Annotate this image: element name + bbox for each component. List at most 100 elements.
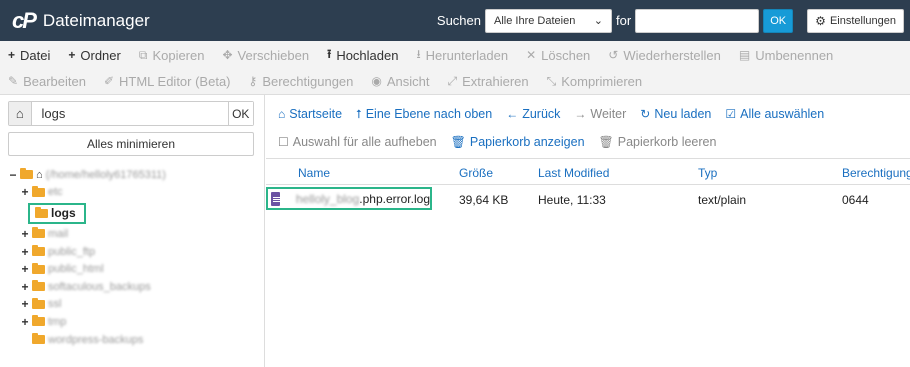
tree-item-mail[interactable]: + mail bbox=[8, 225, 258, 243]
toolbar-item-label: Komprimieren bbox=[561, 73, 643, 89]
tree-item-public-ftp[interactable]: + public_ftp bbox=[8, 243, 258, 261]
action-label: Papierkorb anzeigen bbox=[469, 135, 585, 149]
tree-item-etc[interactable]: + etc bbox=[8, 184, 258, 202]
tree-item-ssl[interactable]: + ssl bbox=[8, 296, 258, 314]
action-startseite-button[interactable]: ⌂ Startseite bbox=[278, 107, 342, 121]
refresh-icon: ↻ bbox=[640, 107, 651, 121]
action-label: Weiter bbox=[590, 107, 627, 121]
file-type: text/plain bbox=[698, 193, 747, 207]
file-table-header: Name Größe Last Modified Typ Berechtigun… bbox=[266, 158, 910, 185]
tree-item-label: logs bbox=[51, 206, 76, 221]
plus-icon[interactable]: + bbox=[20, 245, 30, 259]
toolbar-extrahieren-button: ⤢ Extrahieren bbox=[448, 74, 529, 89]
action-eine-ebene-nach-oben-button[interactable]: ⭡ Eine Ebene nach oben bbox=[356, 107, 492, 122]
tree-item-wordpress-backups[interactable]: wordpress-backups bbox=[8, 331, 258, 349]
tree-root-label: (/home/helloly61765311) bbox=[45, 168, 166, 181]
folder-icon bbox=[32, 280, 45, 292]
home-icon[interactable]: ⌂ bbox=[9, 102, 32, 125]
close-icon: ✕ bbox=[526, 48, 537, 62]
collapse-all-button[interactable]: Alles minimieren bbox=[8, 132, 254, 156]
plus-icon[interactable]: + bbox=[20, 297, 30, 311]
action-label: Papierkorb leeren bbox=[617, 135, 717, 149]
tree-root[interactable]: − ⌂ (/home/helloly61765311) bbox=[8, 166, 258, 184]
arrow-left-icon: ← bbox=[506, 107, 519, 121]
column-type[interactable]: Typ bbox=[698, 166, 717, 180]
file-icon: ▤ bbox=[738, 48, 751, 62]
top-header: cP Dateimanager Suchen Alle Ihre Dateien… bbox=[0, 0, 910, 41]
toolbar-item-label: Löschen bbox=[541, 47, 591, 63]
toolbar-item-label: Verschieben bbox=[237, 47, 310, 63]
toolbar-verschieben-button: ✥ Verschieben bbox=[222, 48, 309, 63]
action-label: Startseite bbox=[289, 107, 343, 121]
column-size[interactable]: Größe bbox=[459, 166, 493, 180]
upload-icon: ⭱ bbox=[327, 46, 332, 61]
tree-item-label: public_html bbox=[48, 263, 104, 276]
toolbar-hochladen-button[interactable]: ⭱ Hochladen bbox=[327, 45, 398, 66]
tree-item-softaculous-backups[interactable]: + softaculous_backups bbox=[8, 278, 258, 296]
tree-item-label: tmp bbox=[48, 315, 67, 328]
settings-button[interactable]: ⚙ Einstellungen bbox=[807, 8, 904, 33]
action-weiter-button: → Weiter bbox=[574, 107, 626, 121]
file-name: helloly_blog.php.error.log bbox=[296, 192, 430, 206]
selected-folder-highlight[interactable]: logs bbox=[28, 202, 86, 224]
gear-icon: ⚙ bbox=[815, 13, 826, 28]
file-toolbar: + Datei + Ordner ⧉ Kopieren ✥ Verschieben ⭱ Hochl… bbox=[0, 41, 910, 95]
toolbar-löschen-button: ✕ Löschen bbox=[526, 48, 590, 63]
toolbar-komprimieren-button: ⤡ Komprimieren bbox=[547, 74, 643, 89]
plus-icon[interactable]: + bbox=[20, 262, 30, 276]
tree-item-label: ssl bbox=[48, 298, 62, 311]
tree-item-label: etc bbox=[48, 186, 63, 199]
action-alle-auswählen-button[interactable]: ☑ Alle auswählen bbox=[725, 107, 824, 121]
toolbar-ordner-button[interactable]: + Ordner bbox=[68, 48, 120, 63]
edit-icon: ✐ bbox=[103, 74, 115, 88]
search-ok-button[interactable]: OK bbox=[763, 8, 794, 33]
tree-item-label: softaculous_backups bbox=[48, 280, 151, 293]
text-file-icon bbox=[271, 191, 280, 206]
plus-icon: + bbox=[8, 48, 16, 62]
key-icon: ⚷ bbox=[248, 74, 258, 88]
minus-icon[interactable]: − bbox=[8, 168, 18, 182]
search-input[interactable] bbox=[635, 8, 760, 33]
home-icon: ⌂ bbox=[278, 107, 286, 121]
table-row[interactable]: helloly_blog.php.error.log 39,64 KB Heut… bbox=[266, 186, 910, 212]
column-name[interactable]: Name bbox=[298, 166, 330, 180]
column-modified[interactable]: Last Modified bbox=[538, 166, 609, 180]
toolbar-item-label: Hochladen bbox=[336, 47, 399, 63]
pencil-icon: ✎ bbox=[8, 74, 19, 88]
toolbar-row-1: + Datei + Ordner ⧉ Kopieren ✥ Verschieben ⭱ Hochl… bbox=[0, 42, 910, 68]
file-modified: Heute, 11:33 bbox=[538, 193, 606, 207]
plus-icon: + bbox=[68, 48, 76, 62]
path-go-button[interactable]: OK bbox=[227, 102, 253, 125]
toolbar-datei-button[interactable]: + Datei bbox=[8, 48, 50, 63]
plus-icon[interactable]: + bbox=[20, 227, 30, 241]
tree-item-tmp[interactable]: + tmp bbox=[8, 313, 258, 331]
tree-item-public-html[interactable]: + public_html bbox=[8, 260, 258, 278]
action-papierkorb-anzeigen-button[interactable]: 🗑 Papierkorb anzeigen bbox=[451, 135, 585, 149]
arrow-right-icon: → bbox=[574, 107, 587, 121]
square-icon: ☐ bbox=[278, 135, 289, 149]
toolbar-html-editor-beta-button: ✐ HTML Editor (Beta) bbox=[104, 74, 231, 89]
toolbar-item-label: Ordner bbox=[80, 47, 121, 63]
check-square-icon: ☑ bbox=[725, 107, 737, 121]
toolbar-item-label: Berechtigungen bbox=[262, 73, 354, 89]
folder-icon bbox=[32, 297, 45, 309]
plus-icon[interactable]: + bbox=[20, 280, 30, 294]
plus-icon[interactable]: + bbox=[20, 315, 30, 329]
cpanel-logo[interactable]: cP Dateimanager bbox=[12, 8, 150, 34]
toolbar-item-label: Herunterladen bbox=[425, 47, 509, 63]
tree-item-logs[interactable]: logs bbox=[8, 201, 258, 225]
search-scope-select[interactable]: Alle Ihre Dateien ⌄ bbox=[485, 8, 612, 33]
plus-icon[interactable]: + bbox=[20, 185, 30, 199]
action-zurück-button[interactable]: ← Zurück bbox=[506, 107, 560, 121]
action-label: Eine Ebene nach oben bbox=[365, 107, 493, 121]
path-input[interactable] bbox=[31, 102, 228, 125]
undo-icon: ↺ bbox=[608, 48, 619, 62]
file-name-cell[interactable]: helloly_blog.php.error.log bbox=[266, 187, 432, 210]
compress-icon: ⤡ bbox=[546, 73, 557, 88]
action-label: Neu laden bbox=[654, 107, 712, 121]
toolbar-item-label: Umbenennen bbox=[755, 47, 834, 63]
action-row-1: ⌂ Startseite ⭡ Eine Ebene nach oben ← Zurück →… bbox=[266, 100, 910, 128]
action-neu-laden-button[interactable]: ↻ Neu laden bbox=[640, 107, 711, 121]
column-permissions[interactable]: Berechtigungen bbox=[842, 166, 910, 180]
tree-item-label: mail bbox=[48, 227, 69, 240]
